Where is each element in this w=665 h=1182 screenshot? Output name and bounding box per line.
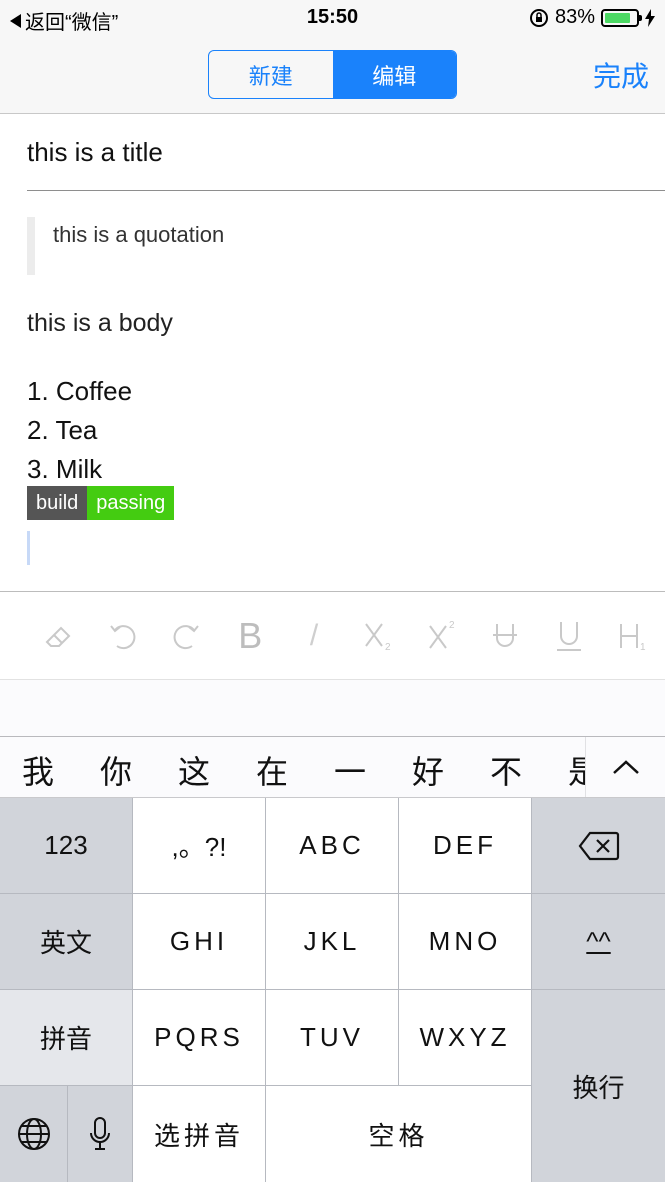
rotation-lock-icon — [529, 8, 548, 27]
list-item[interactable]: 3. Milk — [27, 450, 132, 489]
candidate-bar: 我 你 这 在 一 好 不 是 — [0, 736, 665, 798]
underline-icon[interactable] — [537, 606, 601, 666]
navigation-bar: 返回“微信” 15:50 83% 新建 编辑 完成 — [0, 0, 665, 114]
candidate-word[interactable]: 一 — [334, 747, 366, 793]
blockquote-text[interactable]: this is a quotation — [53, 222, 224, 248]
eraser-icon[interactable] — [27, 606, 91, 666]
subscript-icon[interactable]: 2 — [346, 606, 410, 666]
svg-text:1: 1 — [640, 642, 646, 653]
body-paragraph[interactable]: this is a body — [27, 309, 173, 338]
globe-icon — [17, 1118, 50, 1150]
mno-key[interactable]: MNO — [399, 894, 531, 989]
emoticon-key[interactable]: ^^ — [532, 894, 665, 989]
pqrs-key[interactable]: PQRS — [133, 990, 265, 1085]
candidate-word[interactable]: 好 — [412, 747, 444, 793]
undo-icon[interactable] — [91, 606, 155, 666]
italic-icon[interactable]: / — [282, 606, 346, 666]
rich-text-editor[interactable]: this is a title this is a quotation this… — [0, 114, 665, 592]
dictation-key[interactable] — [68, 1086, 132, 1182]
punctuation-key[interactable]: ,。?! — [133, 798, 265, 893]
keyboard-accessory-area — [0, 680, 665, 736]
jkl-key[interactable]: JKL — [266, 894, 398, 989]
select-pinyin-key[interactable]: 选拼音 — [133, 1086, 265, 1182]
badge-status: passing — [87, 486, 175, 520]
chevron-up-icon — [612, 760, 639, 774]
expand-candidates-button[interactable] — [585, 737, 665, 797]
candidate-word[interactable]: 我 — [22, 747, 54, 793]
strikethrough-icon[interactable] — [474, 606, 538, 666]
tuv-key[interactable]: TUV — [266, 990, 398, 1085]
list-item[interactable]: 2. Tea — [27, 411, 132, 450]
blockquote-bar — [27, 217, 35, 275]
bold-icon[interactable]: B — [218, 606, 282, 666]
svg-text:2: 2 — [449, 620, 455, 631]
pinyin-9key-keyboard: 123 ,。?! ABC DEF 英文 GHI JKL MNO ^^ 拼音 PQ… — [0, 798, 665, 1182]
ordered-list: 1. Coffee 2. Tea 3. Milk — [27, 372, 132, 489]
backspace-icon — [578, 831, 619, 860]
backspace-key[interactable] — [532, 798, 665, 893]
build-status-badge: build passing — [27, 486, 175, 520]
superscript-icon[interactable]: 2 — [410, 606, 474, 666]
battery-icon — [601, 8, 642, 27]
return-key[interactable]: 换行 — [532, 990, 665, 1182]
title-divider — [27, 190, 665, 191]
globe-key[interactable] — [0, 1086, 67, 1182]
pinyin-key[interactable]: 拼音 — [0, 990, 132, 1085]
badge-label: build — [27, 486, 88, 520]
candidate-word[interactable]: 你 — [100, 747, 132, 793]
abc-key[interactable]: ABC — [266, 798, 398, 893]
mode-segmented-control: 新建 编辑 — [208, 50, 457, 99]
space-key[interactable]: 空格 — [266, 1086, 531, 1182]
numbers-key[interactable]: 123 — [0, 798, 132, 893]
candidate-word[interactable]: 这 — [178, 747, 210, 793]
document-title[interactable]: this is a title — [27, 137, 163, 168]
candidate-word[interactable]: 不 — [490, 747, 522, 793]
battery-percent: 83% — [554, 6, 595, 28]
ghi-key[interactable]: GHI — [133, 894, 265, 989]
microphone-icon — [90, 1117, 110, 1150]
heading-icon[interactable]: 1 — [601, 606, 665, 666]
format-toolbar: B / 2 2 1 — [0, 591, 665, 680]
svg-text:2: 2 — [385, 642, 391, 653]
list-item[interactable]: 1. Coffee — [27, 372, 132, 411]
candidate-word[interactable]: 在 — [256, 747, 288, 793]
def-key[interactable]: DEF — [399, 798, 531, 893]
charging-bolt-icon — [645, 8, 655, 27]
text-cursor — [27, 531, 30, 565]
english-key[interactable]: 英文 — [0, 894, 132, 989]
wxyz-key[interactable]: WXYZ — [399, 990, 531, 1085]
done-button[interactable]: 完成 — [593, 55, 649, 95]
segment-new[interactable]: 新建 — [209, 51, 333, 98]
status-indicators: 83% — [529, 6, 655, 29]
segment-edit[interactable]: 编辑 — [332, 51, 456, 98]
app-screen: 返回“微信” 15:50 83% 新建 编辑 完成 this is a titl… — [0, 0, 665, 1182]
status-bar: 返回“微信” 15:50 83% — [0, 0, 665, 38]
redo-icon[interactable] — [155, 606, 219, 666]
